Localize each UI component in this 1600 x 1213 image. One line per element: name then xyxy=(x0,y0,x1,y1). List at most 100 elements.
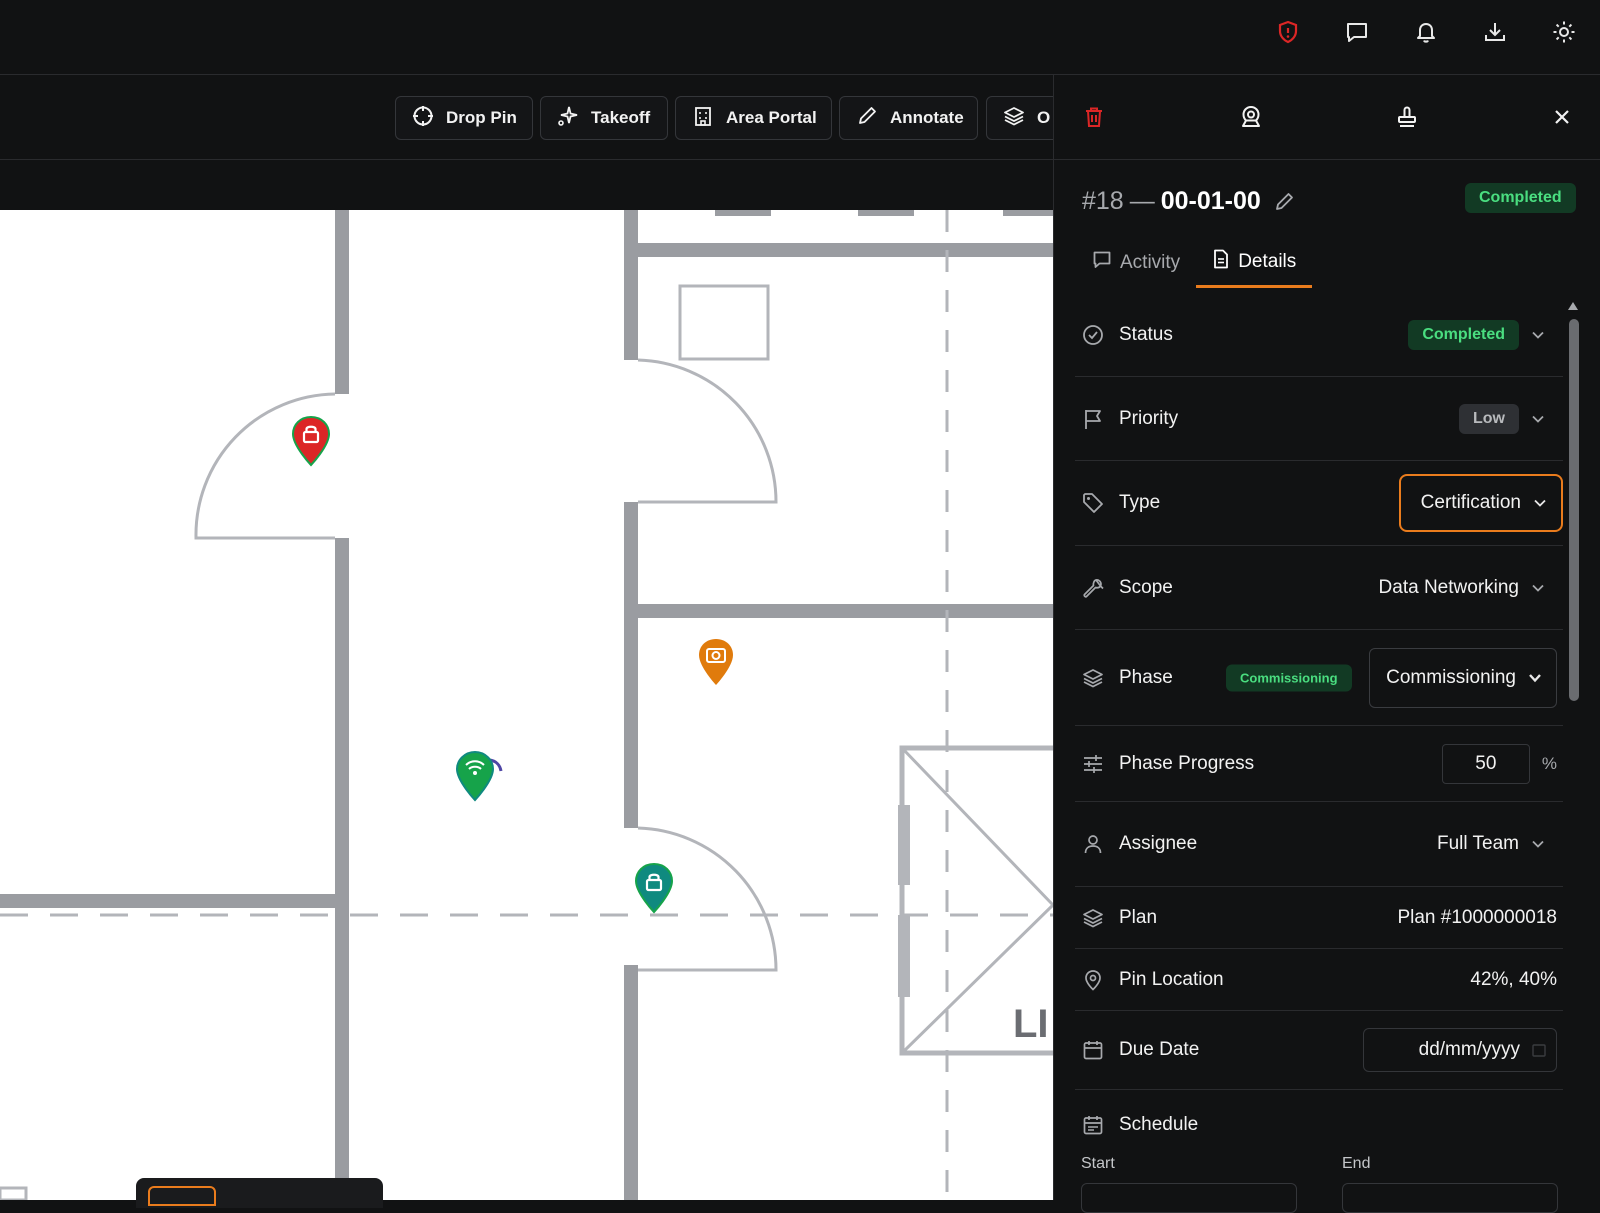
shield-alert-icon[interactable] xyxy=(1274,18,1302,46)
calendar-icon xyxy=(1081,1038,1105,1062)
assignee-label: Assignee xyxy=(1119,833,1198,854)
pin-teal-lock[interactable] xyxy=(633,862,675,921)
pin-location-label: Pin Location xyxy=(1119,968,1224,990)
row-status: Status Completed xyxy=(1075,293,1563,377)
building-icon xyxy=(692,105,714,132)
chevron-down-icon xyxy=(1531,328,1545,342)
layers-icon xyxy=(1081,666,1105,690)
phase-badge: Commissioning xyxy=(1226,664,1352,691)
bell-icon[interactable] xyxy=(1412,18,1440,46)
area-portal-button[interactable]: Area Portal xyxy=(675,96,832,140)
calendar-picker-icon[interactable] xyxy=(1532,1043,1546,1057)
status-select[interactable]: Completed xyxy=(1408,319,1545,350)
scope-select[interactable]: Data Networking xyxy=(1379,577,1545,599)
tab-details[interactable]: Details xyxy=(1196,238,1313,288)
drop-pin-button[interactable]: Drop Pin xyxy=(395,96,533,140)
row-priority: Priority Low xyxy=(1075,377,1563,461)
chevron-down-icon xyxy=(1531,412,1545,426)
schedule-end-input[interactable] xyxy=(1342,1183,1558,1213)
chevron-down-icon xyxy=(1531,837,1545,851)
plan-label: Plan xyxy=(1119,906,1158,928)
scope-value: Data Networking xyxy=(1378,576,1519,598)
user-pin-icon[interactable] xyxy=(1237,103,1265,131)
chat-icon[interactable] xyxy=(1343,18,1371,46)
schedule-label: Schedule xyxy=(1119,1114,1199,1135)
sub-toolbar xyxy=(0,160,1053,210)
takeoff-button[interactable]: Takeoff xyxy=(540,96,668,140)
pin-orange-camera[interactable] xyxy=(696,637,736,694)
row-assignee: Assignee Full Team xyxy=(1075,802,1563,887)
floor-plan-canvas[interactable]: LI xyxy=(0,210,1053,1200)
status-label: Status xyxy=(1119,323,1173,345)
schedule-start-label: Start xyxy=(1081,1155,1115,1172)
tab-activity[interactable]: Activity xyxy=(1076,238,1196,288)
scroll-up-arrow-icon[interactable] xyxy=(1567,298,1579,316)
type-select[interactable]: Certification xyxy=(1398,474,1563,532)
floor-plan-drawing: LI xyxy=(0,210,1053,1200)
annotate-button[interactable]: Annotate xyxy=(839,96,978,140)
panel-header xyxy=(1054,75,1600,160)
phase-progress-control: 50 % xyxy=(1441,743,1557,784)
panel-scrollbar[interactable] xyxy=(1564,293,1582,1200)
chevron-down-icon xyxy=(1528,671,1542,685)
plan-room-label: LI xyxy=(1013,1002,1049,1046)
sparkle-icon xyxy=(557,105,579,132)
priority-label: Priority xyxy=(1119,407,1179,429)
percent-unit: % xyxy=(1541,753,1557,773)
map-pin-icon xyxy=(1081,968,1105,992)
pin-title: #18 — 00-01-00 xyxy=(1082,187,1295,216)
pin-green-wifi[interactable] xyxy=(454,750,512,811)
plan-value: Plan #1000000018 xyxy=(1397,906,1557,928)
stamp-icon[interactable] xyxy=(1393,103,1421,131)
bottom-dock xyxy=(136,1178,383,1208)
download-icon[interactable] xyxy=(1481,18,1509,46)
close-icon[interactable] xyxy=(1548,103,1576,131)
top-bar xyxy=(0,0,1600,75)
pin-location-value: 42%, 40% xyxy=(1470,968,1557,990)
phase-label: Phase xyxy=(1119,666,1173,688)
row-plan: Plan Plan #1000000018 xyxy=(1075,887,1563,949)
sun-icon[interactable] xyxy=(1550,18,1578,46)
scrollbar-thumb[interactable] xyxy=(1569,319,1579,701)
pin-number: #18 xyxy=(1082,187,1124,215)
title-separator: — xyxy=(1129,187,1155,215)
schedule-start-input[interactable] xyxy=(1081,1183,1297,1213)
status-value: Completed xyxy=(1408,319,1519,350)
phase-progress-input[interactable]: 50 xyxy=(1441,743,1530,784)
annotate-label: Annotate xyxy=(890,108,964,127)
trash-icon[interactable] xyxy=(1080,103,1108,131)
wrench-icon xyxy=(1081,576,1105,600)
overflow-label: O xyxy=(1037,108,1051,127)
due-date-placeholder: dd/mm/yyyy xyxy=(1418,1039,1520,1060)
type-label: Type xyxy=(1119,492,1161,513)
priority-select[interactable]: Low xyxy=(1459,403,1545,434)
row-pin-location: Pin Location 42%, 40% xyxy=(1075,949,1563,1011)
layers-icon xyxy=(1003,105,1025,132)
tag-icon xyxy=(1081,491,1105,515)
pin-red-lock[interactable] xyxy=(290,415,332,474)
due-date-input[interactable]: dd/mm/yyyy xyxy=(1363,1028,1557,1072)
tab-details-label: Details xyxy=(1238,250,1297,272)
takeoff-label: Takeoff xyxy=(591,108,651,127)
edit-icon[interactable] xyxy=(1273,191,1295,213)
document-icon xyxy=(1212,249,1230,275)
user-icon xyxy=(1081,832,1105,856)
calendar-range-icon xyxy=(1081,1113,1105,1137)
priority-value: Low xyxy=(1459,403,1519,434)
crosshair-icon xyxy=(412,105,434,132)
dock-tab-active[interactable] xyxy=(148,1186,216,1206)
row-due-date: Due Date dd/mm/yyyy xyxy=(1075,1011,1563,1090)
pen-icon xyxy=(856,105,878,132)
flag-icon xyxy=(1081,407,1105,431)
check-circle-icon xyxy=(1081,323,1105,347)
detail-tabs: Activity Details xyxy=(1076,238,1313,288)
pin-code: 00-01-00 xyxy=(1160,187,1261,215)
row-phase-progress: Phase Progress 50 % xyxy=(1075,726,1563,802)
layers-icon xyxy=(1081,906,1105,930)
status-badge: Completed xyxy=(1465,183,1576,213)
assignee-select[interactable]: Full Team xyxy=(1437,833,1545,855)
sliders-icon xyxy=(1081,752,1105,776)
phase-select[interactable]: Commissioning xyxy=(1369,647,1557,708)
drop-pin-label: Drop Pin xyxy=(446,108,517,127)
type-value: Certification xyxy=(1420,492,1521,513)
